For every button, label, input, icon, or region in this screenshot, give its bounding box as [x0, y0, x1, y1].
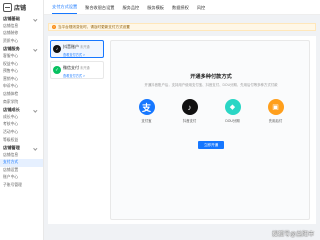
- sidebar-item[interactable]: 申诉中心: [0, 83, 43, 91]
- tab-item[interactable]: 聚合收银台设置: [85, 5, 114, 14]
- sidebar-group[interactable]: 店铺服务: [0, 45, 43, 53]
- douyin-pay-icon: ♪: [181, 99, 198, 115]
- tab-item[interactable]: 服务模板: [147, 5, 164, 14]
- channel-name: 抖音账户: [63, 44, 79, 49]
- dou-installment-icon: ◆: [224, 99, 241, 115]
- sidebar-item[interactable]: 活动中心: [0, 129, 43, 137]
- pay-later-icon: ▣: [267, 99, 284, 115]
- activate-now-button[interactable]: 立即开通: [198, 141, 224, 149]
- sidebar-item[interactable]: 商家学院: [0, 99, 43, 107]
- payment-method: 支支付宝: [132, 99, 162, 123]
- sidebar-item[interactable]: 子账号管理: [0, 182, 43, 190]
- sidebar-item[interactable]: 客服中心: [0, 53, 43, 61]
- sidebar-item[interactable]: 支付方式: [0, 159, 43, 167]
- sidebar-header: 店铺: [0, 0, 43, 15]
- payment-methods: 支支付宝 ♪ 抖音支付 ◆ DOU分期 ▣ 先用后付: [111, 99, 311, 123]
- watermark: 搜狐号@益阳市: [272, 232, 315, 238]
- tab-item[interactable]: 服务品控: [122, 5, 139, 14]
- payment-method-label: 抖音支付: [182, 119, 197, 123]
- douyin-icon: ♪: [53, 45, 61, 53]
- payment-method: ◆ DOU分期: [218, 99, 248, 123]
- sidebar-title: 店铺: [14, 6, 27, 12]
- sidebar-item[interactable]: 等级权益: [0, 137, 43, 145]
- channel-title: 微信支付未开通: [63, 65, 100, 71]
- sidebar-item[interactable]: 店铺设置: [0, 167, 43, 175]
- sidebar-item[interactable]: 店铺信息: [0, 23, 43, 31]
- sidebar-item[interactable]: 资质中心: [0, 38, 43, 46]
- channel-list: ♪ 抖音账户未开通 查看支付方式 > ✓ 微信支付未开通 查看支付方式 >: [50, 40, 104, 82]
- channel-title: 抖音账户未开通: [63, 44, 100, 50]
- channel-card[interactable]: ✓ 微信支付未开通 查看支付方式 >: [50, 61, 104, 79]
- payment-method-label: DOU分期: [225, 119, 240, 123]
- activate-title: 开通多种付款方式: [190, 74, 232, 80]
- payment-method: ♪ 抖音支付: [175, 99, 205, 123]
- tab-bar: 支付方式设置 聚合收银台设置 服务品控 服务模板 数据授权 风控: [44, 0, 320, 15]
- sidebar: 店铺 店铺基础 店铺信息 店铺装修 资质中心 店铺服务 客服中心 权益中心 预售中心 营销中心申…: [0, 0, 44, 240]
- activate-description: 开通抖音账户后，支持用户使用支付宝、抖音支付、DOU分期、先用后付等多种方式付款: [144, 83, 278, 87]
- sidebar-item[interactable]: 账户中心: [0, 174, 43, 182]
- channel-card[interactable]: ♪ 抖音账户未开通 查看支付方式 >: [50, 40, 104, 58]
- sidebar-item[interactable]: 店铺装修: [0, 30, 43, 38]
- view-payment-methods-link[interactable]: 查看支付方式 >: [63, 52, 100, 57]
- notice-text: 当平台规则变化时，请及时更新支付方式设置: [58, 24, 130, 29]
- view-payment-methods-link[interactable]: 查看支付方式 >: [63, 73, 100, 78]
- channel-status: 未开通: [80, 66, 90, 70]
- sidebar-item[interactable]: 预售中心: [0, 68, 43, 76]
- sidebar-item[interactable]: 店铺体检: [0, 91, 43, 99]
- store-icon: [3, 3, 12, 12]
- sidebar-nav: 店铺基础 店铺信息 店铺装修 资质中心 店铺服务 客服中心 权益中心 预售中心 营销中心 申诉中心…: [0, 15, 43, 190]
- sidebar-item[interactable]: 成长中心: [0, 114, 43, 122]
- alipay-icon: 支: [138, 99, 155, 115]
- activate-panel: 开通多种付款方式 开通抖音账户后，支持用户使用支付宝、抖音支付、DOU分期、先用…: [110, 40, 310, 220]
- channel-name: 微信支付: [63, 65, 79, 70]
- tab-item[interactable]: 数据授权: [172, 5, 189, 14]
- tab-item[interactable]: 风控: [197, 5, 205, 14]
- sidebar-item[interactable]: 考核中心: [0, 121, 43, 129]
- warning-icon: !: [52, 25, 56, 29]
- payment-method: ▣ 先用后付: [261, 99, 291, 123]
- payment-method-label: 支付宝: [141, 119, 152, 123]
- sidebar-item[interactable]: 权益中心: [0, 61, 43, 69]
- wechat-icon: ✓: [53, 66, 61, 74]
- sidebar-group[interactable]: 店铺管理: [0, 144, 43, 152]
- sidebar-group[interactable]: 店铺成长: [0, 106, 43, 114]
- payment-method-label: 先用后付: [268, 119, 283, 123]
- sidebar-item[interactable]: 店铺信息: [0, 152, 43, 160]
- notice-banner: ! 当平台规则变化时，请及时更新支付方式设置: [48, 23, 316, 31]
- main-panel: ♪ 抖音账户未开通 查看支付方式 > ✓ 微信支付未开通 查看支付方式 > 开通多种付款方…: [48, 36, 316, 224]
- channel-status: 未开通: [80, 45, 90, 49]
- tab-item[interactable]: 支付方式设置: [52, 4, 78, 14]
- sidebar-group[interactable]: 店铺基础: [0, 15, 43, 23]
- sidebar-item[interactable]: 营销中心: [0, 76, 43, 84]
